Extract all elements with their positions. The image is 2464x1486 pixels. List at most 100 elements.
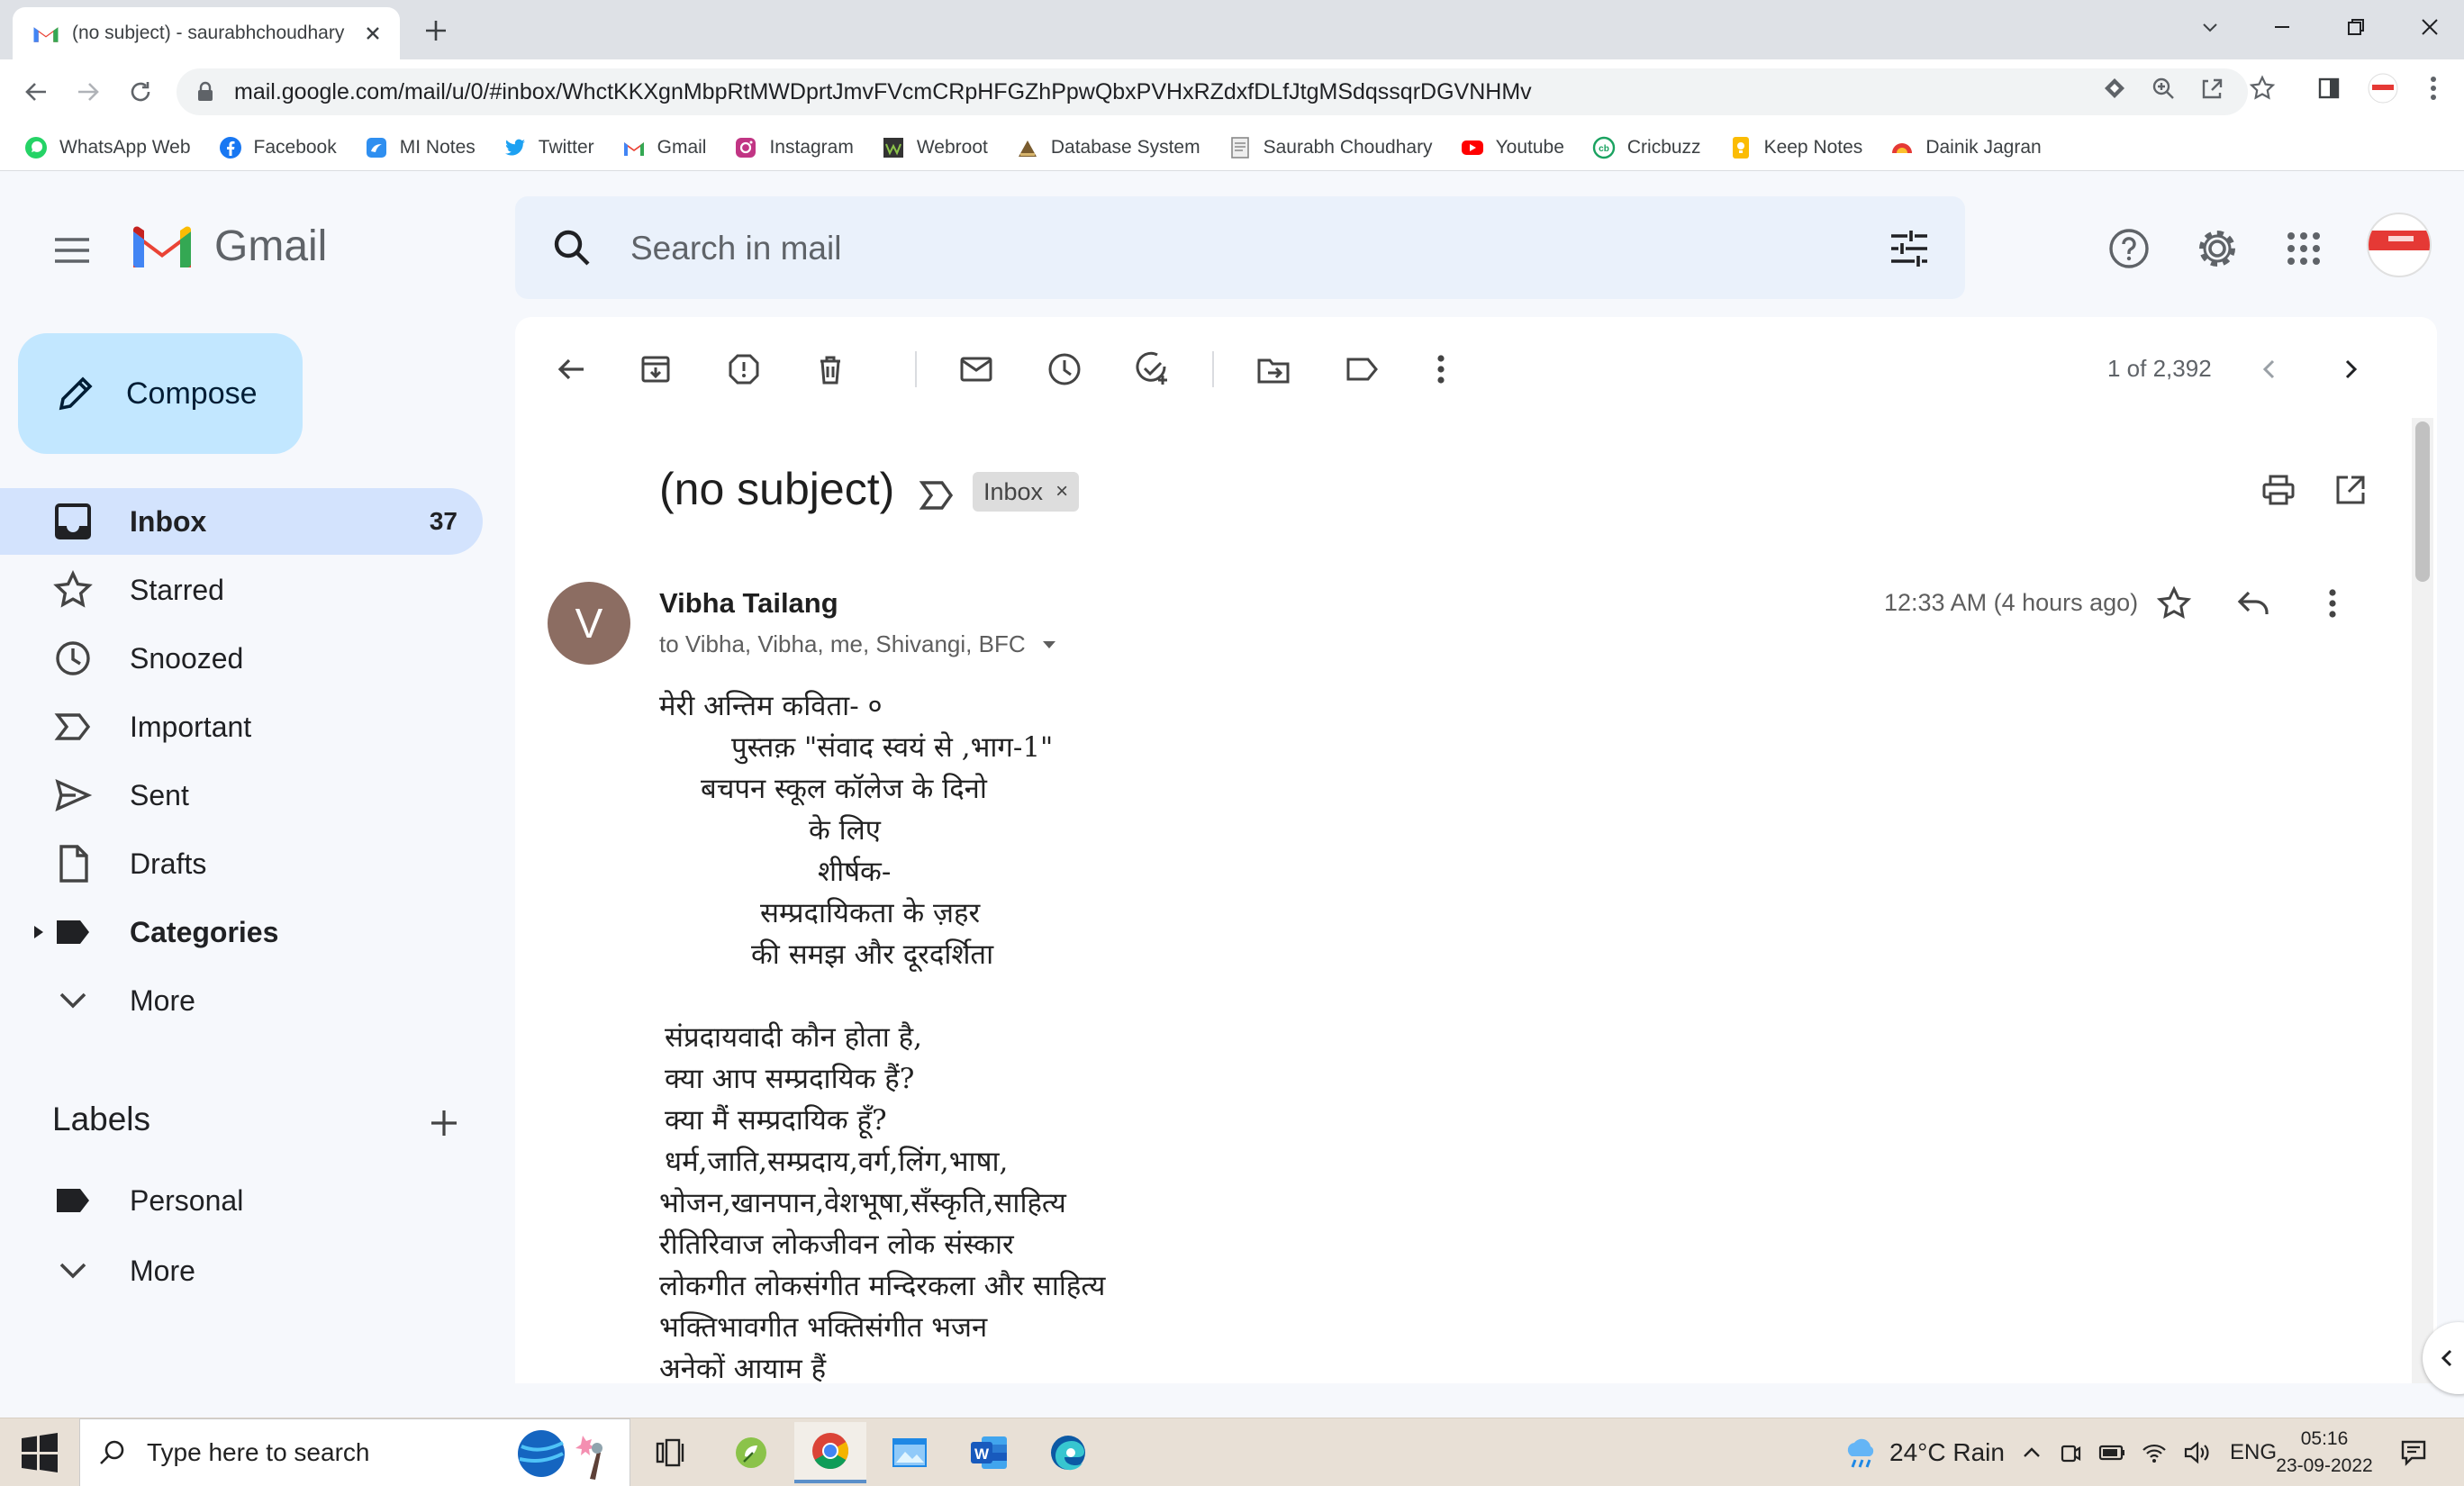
sidebar-item-drafts[interactable]: Drafts	[0, 830, 483, 897]
bookmark-item[interactable]: Facebook	[218, 130, 337, 166]
gmail-logo[interactable]: Gmail	[130, 222, 327, 271]
tab-close-icon[interactable]	[360, 21, 385, 46]
notifications-icon[interactable]	[2399, 1418, 2428, 1486]
browser-tab-gmail[interactable]: (no subject) - saurabhchoudhary	[13, 7, 400, 59]
extension-diamond-icon[interactable]	[2097, 70, 2133, 106]
input-language[interactable]: ENG	[2230, 1440, 2277, 1465]
search-input[interactable]	[630, 223, 1801, 274]
compose-button[interactable]: Compose	[18, 333, 303, 454]
search-icon[interactable]	[548, 223, 598, 274]
older-chevron-icon[interactable]	[2325, 344, 2376, 394]
body-line: पुस्तक़ "संवाद स्वयं से ,भाग-1"	[731, 731, 1054, 764]
archive-icon[interactable]	[630, 344, 681, 394]
show-details-caret-icon[interactable]	[1040, 636, 1058, 654]
settings-gear-icon[interactable]	[2187, 218, 2248, 279]
sidebar-item-snoozed[interactable]: Snoozed	[0, 625, 483, 692]
bookmark-item[interactable]: Database System	[1015, 130, 1200, 166]
bookmark-item[interactable]: Saurabh Choudhary	[1227, 130, 1433, 166]
importance-marker-icon[interactable]	[917, 476, 956, 515]
body-line: लोकगीत लोकसंगीत मन्दिरकला और साहित्य	[659, 1270, 1106, 1302]
back-to-inbox-icon[interactable]	[546, 344, 596, 394]
bookmark-item[interactable]: Dainik Jagran	[1889, 130, 2042, 166]
labels-icon[interactable]	[1336, 344, 1387, 394]
volume-icon[interactable]	[2183, 1441, 2210, 1464]
chrome-taskbar-icon[interactable]	[794, 1422, 866, 1483]
main-menu-icon[interactable]	[47, 225, 97, 276]
bookmark-item[interactable]: MI Notes	[364, 130, 476, 166]
bookmark-item[interactable]: Gmail	[621, 130, 706, 166]
edge-app-icon[interactable]	[1032, 1422, 1104, 1483]
move-to-icon[interactable]	[1248, 344, 1299, 394]
meet-now-icon[interactable]	[2059, 1441, 2082, 1464]
taskbar-search-box[interactable]: Type here to search	[79, 1418, 630, 1486]
show-hidden-icons-chevron-icon[interactable]	[2021, 1442, 2043, 1463]
reload-icon[interactable]	[122, 74, 159, 110]
tab-search-chevron-icon[interactable]	[2183, 9, 2237, 45]
message-scrollbar[interactable]	[2412, 418, 2433, 1383]
add-label-icon[interactable]	[421, 1101, 467, 1146]
sender-avatar[interactable]: V	[548, 582, 630, 665]
windows-taskbar: Type here to search W 24°C Rain ENG 05:1…	[0, 1418, 2464, 1486]
restore-icon[interactable]	[2329, 9, 2383, 45]
report-spam-icon[interactable]	[719, 344, 769, 394]
sidebar-item-important[interactable]: Important	[0, 693, 483, 760]
window-close-icon[interactable]	[2403, 9, 2457, 45]
windows-start-icon[interactable]	[18, 1431, 61, 1474]
bookmark-item[interactable]: Instagram	[733, 130, 854, 166]
weather-widget[interactable]: 24°C Rain	[1843, 1418, 2005, 1486]
bookmark-item[interactable]: Youtube	[1460, 130, 1564, 166]
sidebar-item-starred[interactable]: Starred	[0, 557, 483, 623]
print-icon[interactable]	[2253, 465, 2304, 515]
star-message-icon[interactable]	[2149, 578, 2199, 629]
sidebar-item-inbox[interactable]: Inbox 37	[0, 488, 483, 555]
bookmark-item[interactable]: Twitter	[503, 130, 594, 166]
task-view-icon[interactable]	[634, 1422, 706, 1483]
inbox-label-chip[interactable]: Inbox ×	[973, 472, 1080, 512]
wifi-icon[interactable]	[2142, 1442, 2167, 1463]
remove-label-icon[interactable]: ×	[1055, 479, 1068, 504]
delete-icon[interactable]	[805, 344, 856, 394]
back-arrow-icon[interactable]	[18, 74, 54, 110]
search-options-icon[interactable]	[1884, 223, 1934, 274]
recipients-line[interactable]: to Vibha, Vibha, me, Shivangi, BFC	[659, 630, 1058, 658]
account-avatar[interactable]	[2367, 213, 2432, 277]
reply-icon[interactable]	[2228, 578, 2278, 629]
message-more-icon[interactable]	[2307, 578, 2358, 629]
profile-avatar-small-icon[interactable]	[2365, 70, 2401, 106]
share-icon[interactable]	[2194, 70, 2230, 106]
newer-chevron-icon[interactable]	[2244, 344, 2295, 394]
bookmark-item[interactable]: Keep Notes	[1728, 130, 1862, 166]
sidebar-item-more[interactable]: More	[0, 967, 483, 1034]
sidebar-item-categories[interactable]: Categories	[0, 899, 483, 965]
minimize-icon[interactable]	[2255, 9, 2309, 45]
side-panel-icon[interactable]	[2311, 70, 2347, 106]
snooze-icon[interactable]	[1039, 344, 1090, 394]
bookmark-item[interactable]: Webroot	[881, 130, 988, 166]
word-app-icon[interactable]: W	[953, 1422, 1025, 1483]
photos-app-icon[interactable]	[874, 1422, 946, 1483]
battery-icon[interactable]	[2098, 1444, 2125, 1462]
search-bar[interactable]	[515, 196, 1965, 299]
sidebar-item-sent[interactable]: Sent	[0, 762, 483, 829]
forward-arrow-icon[interactable]	[70, 74, 106, 110]
label-item-more[interactable]: More	[0, 1237, 483, 1304]
bookmark-item[interactable]: WhatsApp Web	[23, 130, 191, 166]
add-to-tasks-icon[interactable]	[1128, 344, 1178, 394]
green-app-icon[interactable]	[715, 1422, 787, 1483]
open-in-new-window-icon[interactable]	[2325, 465, 2376, 515]
scrollbar-thumb[interactable]	[2415, 421, 2430, 582]
new-tab-icon[interactable]	[420, 14, 452, 47]
zoom-icon[interactable]	[2145, 70, 2181, 106]
mark-unread-icon[interactable]	[951, 344, 1001, 394]
expand-caret-icon[interactable]	[31, 924, 47, 940]
label-item-personal[interactable]: Personal	[0, 1167, 483, 1234]
google-apps-icon[interactable]	[2273, 218, 2334, 279]
bookmark-item[interactable]: cb Cricbuzz	[1591, 130, 1701, 166]
more-actions-icon[interactable]	[1416, 344, 1466, 394]
sender-name[interactable]: Vibha Tailang	[659, 587, 838, 620]
address-bar[interactable]: mail.google.com/mail/u/0/#inbox/WhctKKXg…	[177, 68, 2248, 115]
chrome-menu-icon[interactable]	[2415, 70, 2451, 106]
help-icon[interactable]	[2098, 218, 2160, 279]
system-clock[interactable]: 05:16 23-09-2022	[2275, 1426, 2374, 1480]
bookmark-star-icon[interactable]	[2244, 70, 2280, 106]
